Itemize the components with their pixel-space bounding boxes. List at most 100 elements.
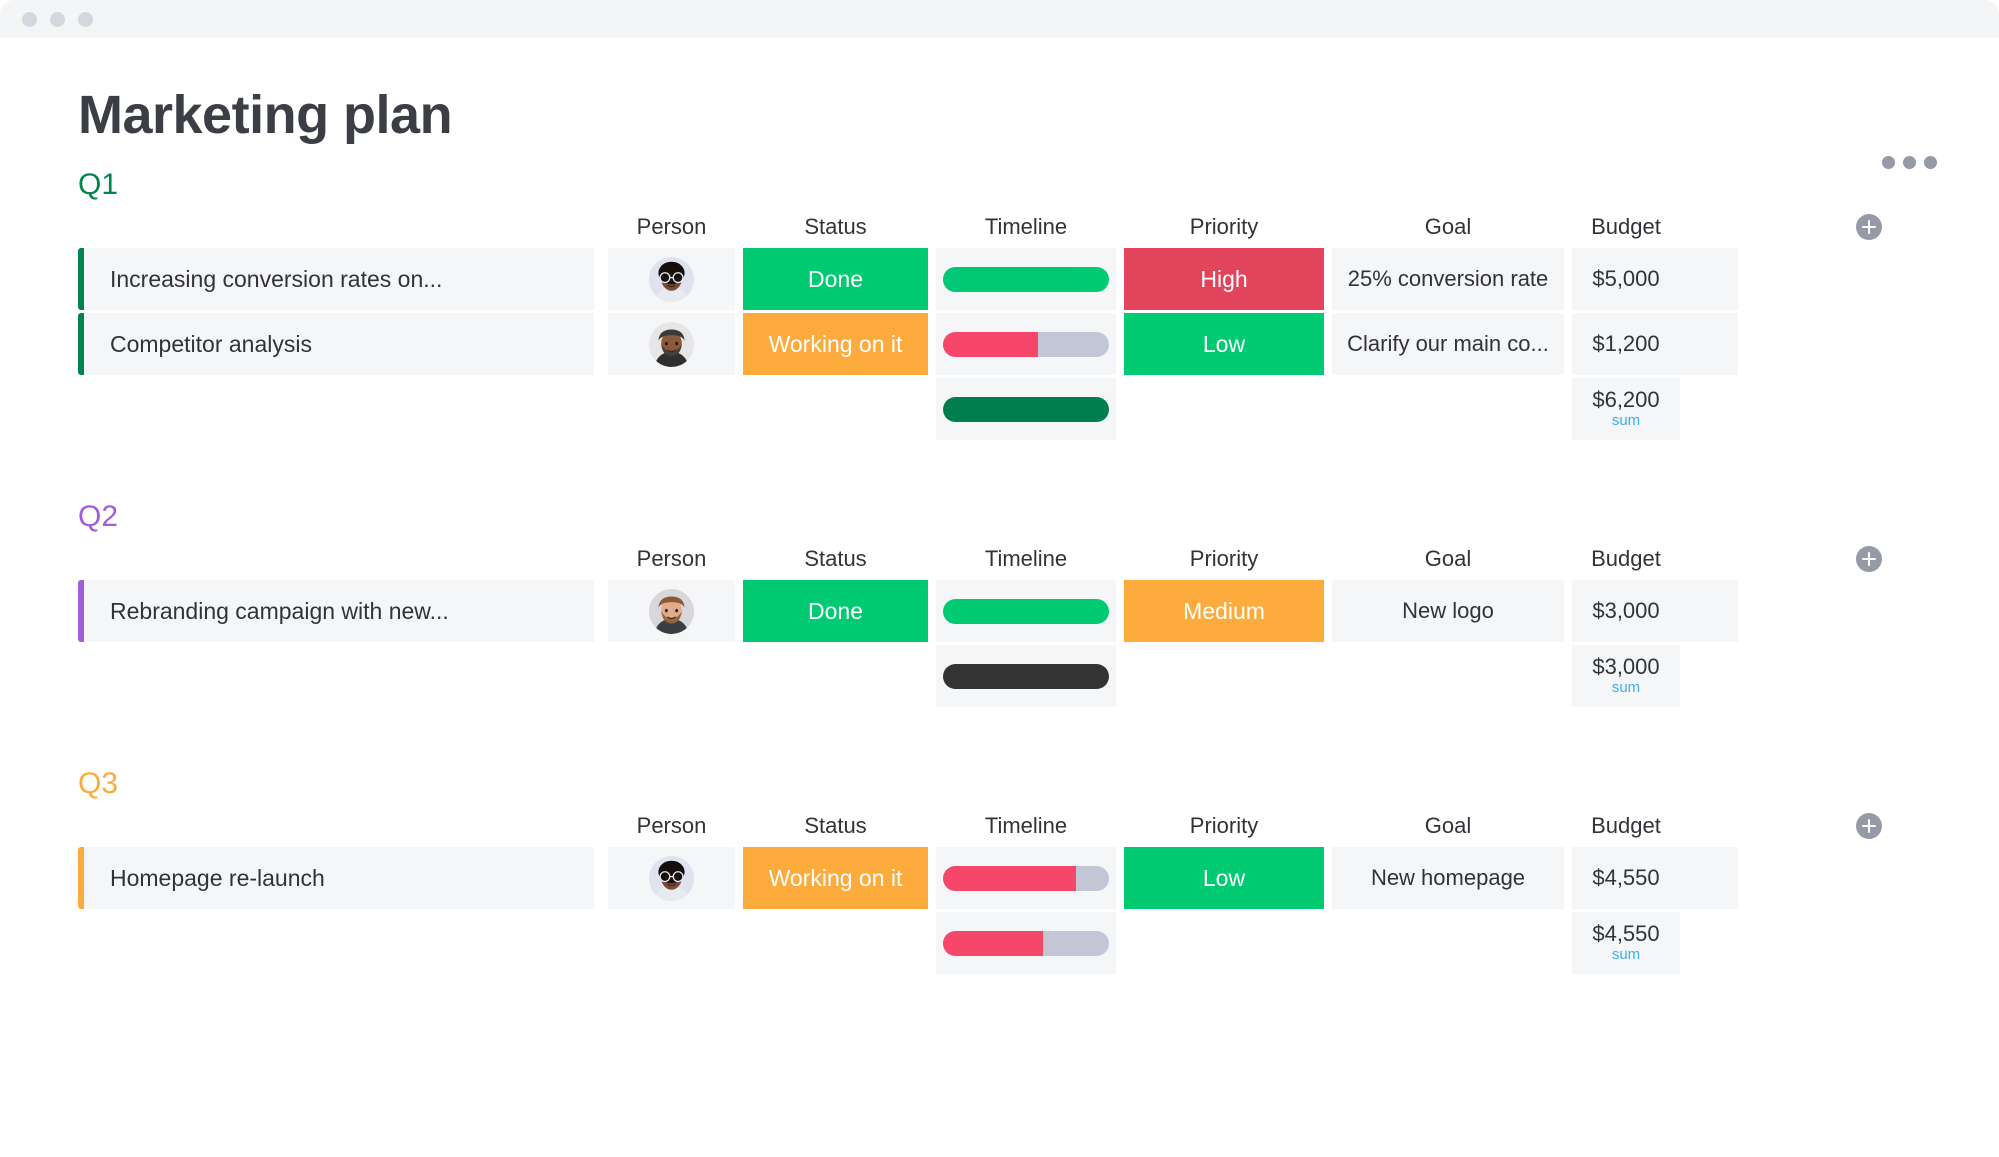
column-header-person[interactable]: Person xyxy=(608,206,735,248)
column-header-timeline[interactable]: Timeline xyxy=(936,805,1116,847)
gap xyxy=(1116,206,1124,248)
timeline-cell[interactable] xyxy=(936,313,1116,375)
gap xyxy=(1324,805,1332,847)
column-header-person[interactable]: Person xyxy=(608,538,735,580)
group-title[interactable]: Q1 xyxy=(0,170,1999,200)
budget-cell[interactable]: $5,000 xyxy=(1572,248,1680,310)
column-header-budget[interactable]: Budget xyxy=(1572,805,1680,847)
gap xyxy=(1564,912,1572,974)
gap xyxy=(735,538,743,580)
avatar xyxy=(649,855,694,901)
summary-timeline-cell xyxy=(936,645,1116,707)
column-header-priority[interactable]: Priority xyxy=(1124,538,1324,580)
table-row[interactable]: Rebranding campaign with new... Done Medi… xyxy=(0,580,1999,642)
status-badge[interactable]: Done xyxy=(743,248,928,310)
column-header-priority[interactable]: Priority xyxy=(1124,206,1324,248)
column-header-goal[interactable]: Goal xyxy=(1332,805,1564,847)
budget-sum-cell[interactable]: $4,550 sum xyxy=(1572,912,1680,974)
timeline-progress-bar[interactable] xyxy=(943,598,1109,624)
gap xyxy=(928,912,936,974)
table-row[interactable]: Competitor analysis Working on it Low Clar… xyxy=(0,313,1999,375)
table-row[interactable]: Increasing conversion rates on... Done Hi… xyxy=(0,248,1999,310)
group-summary-row: $3,000 sum xyxy=(0,645,1999,707)
column-header-status[interactable]: Status xyxy=(743,206,928,248)
priority-badge[interactable]: Low xyxy=(1124,847,1324,909)
goal-cell[interactable]: Clarify our main co... xyxy=(1332,313,1564,375)
column-header-goal[interactable]: Goal xyxy=(1332,206,1564,248)
avatar xyxy=(649,256,694,302)
status-badge[interactable]: Working on it xyxy=(743,847,928,909)
column-header-status[interactable]: Status xyxy=(743,538,928,580)
sum-priority-spacer xyxy=(1124,912,1324,974)
avatar xyxy=(649,588,694,634)
gap xyxy=(928,805,936,847)
column-header-timeline[interactable]: Timeline xyxy=(936,538,1116,580)
column-header-goal[interactable]: Goal xyxy=(1332,538,1564,580)
budget-sum-cell[interactable]: $3,000 sum xyxy=(1572,645,1680,707)
gap xyxy=(928,580,936,642)
column-header-person[interactable]: Person xyxy=(608,805,735,847)
budget-cell[interactable]: $4,550 xyxy=(1572,847,1680,909)
sum-priority-spacer xyxy=(1124,378,1324,440)
budget-cell[interactable]: $3,000 xyxy=(1572,580,1680,642)
budget-sum-value: $4,550 xyxy=(1592,921,1660,947)
goal-cell[interactable]: 25% conversion rate xyxy=(1332,248,1564,310)
timeline-progress-bar[interactable] xyxy=(943,865,1109,891)
goal-cell[interactable]: New homepage xyxy=(1332,847,1564,909)
gap xyxy=(1324,912,1332,974)
person-cell[interactable] xyxy=(608,248,735,310)
gap xyxy=(1116,847,1124,909)
column-header-priority[interactable]: Priority xyxy=(1124,805,1324,847)
person-cell[interactable] xyxy=(608,847,735,909)
gap xyxy=(1116,912,1124,974)
group-summary-row: $4,550 sum xyxy=(0,912,1999,974)
column-header-budget[interactable]: Budget xyxy=(1572,206,1680,248)
group-title[interactable]: Q3 xyxy=(0,769,1999,799)
timeline-fill xyxy=(943,331,1038,357)
window-close-dot[interactable] xyxy=(22,11,37,27)
add-column-cell xyxy=(1738,206,1999,248)
priority-badge[interactable]: High xyxy=(1124,248,1324,310)
column-header-status[interactable]: Status xyxy=(743,805,928,847)
row-right-spacer xyxy=(1738,847,1999,909)
avatar xyxy=(649,321,694,367)
timeline-progress-bar[interactable] xyxy=(943,266,1109,292)
add-column-cell xyxy=(1738,805,1999,847)
timeline-cell[interactable] xyxy=(936,847,1116,909)
gap xyxy=(928,206,936,248)
plus-circle-icon[interactable] xyxy=(1855,214,1882,240)
priority-badge[interactable]: Medium xyxy=(1124,580,1324,642)
group-title[interactable]: Q2 xyxy=(0,502,1999,532)
window-minimize-dot[interactable] xyxy=(50,11,65,27)
sum-right-spacer xyxy=(1738,912,1999,974)
budget-sum-cell[interactable]: $6,200 sum xyxy=(1572,378,1680,440)
header-name-spacer xyxy=(84,206,594,248)
column-header-budget[interactable]: Budget xyxy=(1572,538,1680,580)
sum-name-spacer xyxy=(84,645,594,707)
header-blank-col xyxy=(1680,538,1738,580)
table-row[interactable]: Homepage re-launch Working on it Low New h… xyxy=(0,847,1999,909)
gap xyxy=(1324,206,1332,248)
person-cell[interactable] xyxy=(608,580,735,642)
column-header-timeline[interactable]: Timeline xyxy=(936,206,1116,248)
status-badge[interactable]: Working on it xyxy=(743,313,928,375)
priority-badge[interactable]: Low xyxy=(1124,313,1324,375)
more-horizontal-icon[interactable] xyxy=(1882,156,1937,169)
status-badge[interactable]: Done xyxy=(743,580,928,642)
budget-cell[interactable]: $1,200 xyxy=(1572,313,1680,375)
person-cell[interactable] xyxy=(608,313,735,375)
plus-circle-icon[interactable] xyxy=(1855,813,1882,839)
gap xyxy=(1116,378,1124,440)
timeline-fill xyxy=(943,865,1076,891)
timeline-cell[interactable] xyxy=(936,580,1116,642)
plus-circle-icon[interactable] xyxy=(1855,546,1882,572)
timeline-cell[interactable] xyxy=(936,248,1116,310)
window-maximize-dot[interactable] xyxy=(78,11,93,27)
timeline-progress-bar[interactable] xyxy=(943,331,1109,357)
gap xyxy=(735,313,743,375)
gap xyxy=(1324,847,1332,909)
goal-cell[interactable]: New logo xyxy=(1332,580,1564,642)
gap xyxy=(735,645,743,707)
gap xyxy=(594,847,608,909)
summary-timeline-fill xyxy=(943,396,1109,422)
